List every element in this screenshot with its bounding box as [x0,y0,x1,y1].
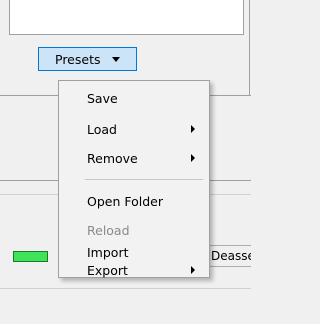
pane-divider-bottom [0,288,251,289]
menu-item-label: Import [87,244,129,260]
menu-item-import[interactable]: Import [59,241,209,263]
presets-button[interactable]: Presets [38,47,137,71]
dropdown-arrow-icon [111,56,120,62]
menu-separator [85,179,203,180]
menu-item-reload: Reload [59,219,209,241]
submenu-arrow-icon [191,154,195,162]
status-indicator [13,251,48,262]
menu-item-label: Save [87,90,118,106]
menu-item-export[interactable]: Export [59,262,209,278]
submenu-arrow-icon [191,125,195,133]
deassert-label: Deasse [211,249,251,263]
preview-area [9,0,244,35]
menu-item-save[interactable]: Save [59,87,209,109]
presets-label: Presets [55,51,101,67]
menu-item-label: Open Folder [87,193,163,209]
menu-item-load[interactable]: Load [59,118,209,140]
menu-item-label: Export [87,262,128,278]
menu-item-label: Load [87,121,117,137]
menu-item-label: Reload [87,222,130,238]
deassert-button[interactable]: Deasse [207,245,251,267]
app-window: Deasse Presets Save Load Remove Open Fol… [0,0,251,324]
submenu-arrow-icon [191,266,195,274]
presets-menu: Save Load Remove Open Folder Reload Impo… [58,80,210,278]
menu-item-remove[interactable]: Remove [59,147,209,169]
menu-item-label: Remove [87,150,138,166]
menu-item-open-folder[interactable]: Open Folder [59,190,209,212]
